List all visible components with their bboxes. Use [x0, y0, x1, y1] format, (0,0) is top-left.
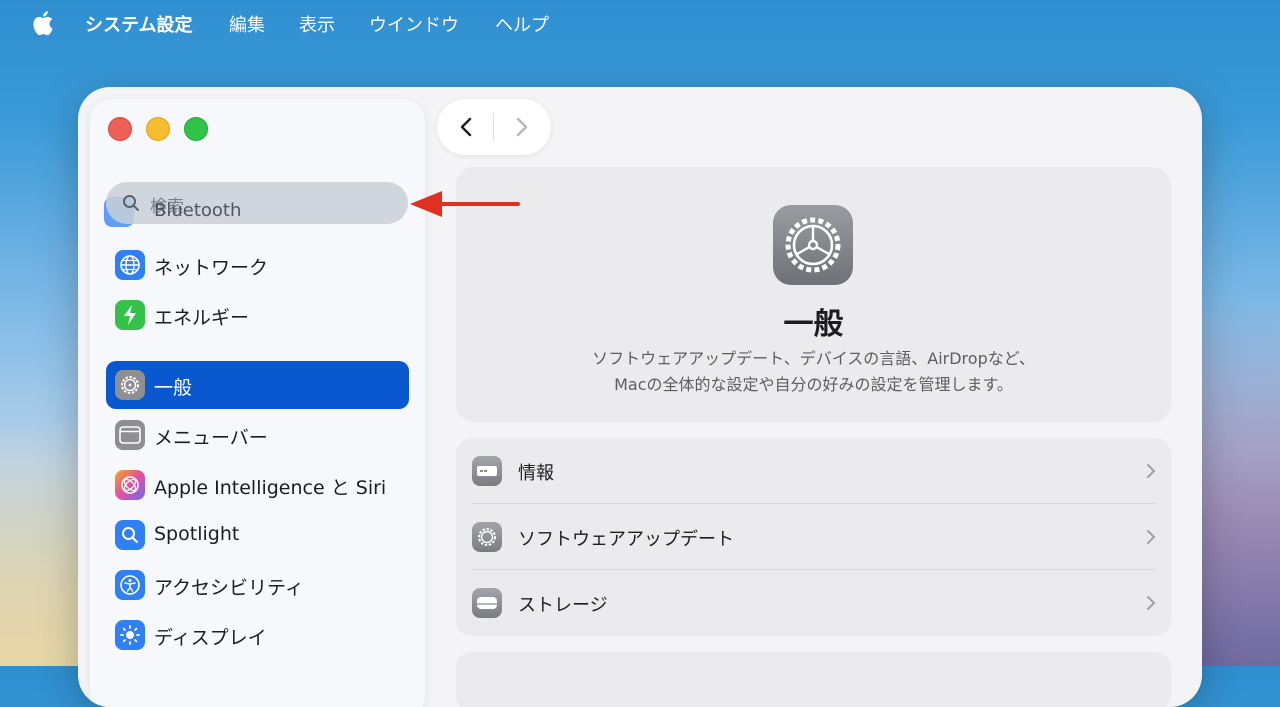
siri-icon: [115, 470, 145, 500]
general-settings-list-2: [456, 652, 1171, 707]
storage-icon: [472, 588, 502, 618]
row-label: ソフトウェアアップデート: [518, 529, 734, 550]
search-icon: [123, 195, 139, 211]
sidebar-item-label: ディスプレイ: [154, 627, 267, 649]
sidebar-item-menubar[interactable]: メニューバー: [106, 411, 409, 459]
page-title: 一般: [783, 307, 844, 342]
settings-window: 検索 Bluetooth ネットワーク エネルギー 一般 メニューバー Appl…: [78, 87, 1202, 707]
menu-bar: システム設定 編集 表示 ウインドウ ヘルプ: [0, 0, 1280, 46]
nav-divider: [493, 113, 494, 141]
wallpaper-accent: [0, 420, 80, 666]
sidebar-item-label: メニューバー: [154, 427, 268, 449]
menu-help[interactable]: ヘルプ: [495, 11, 549, 37]
search-field[interactable]: 検索 Bluetooth: [106, 182, 408, 224]
chevron-right-icon: [1147, 596, 1156, 610]
sidebar-item-label: 一般: [154, 377, 193, 399]
chevron-right-icon: [1147, 464, 1156, 478]
row-label: 情報: [518, 463, 554, 484]
traffic-lights: [108, 117, 208, 141]
sidebar-item-displays[interactable]: ディスプレイ: [106, 611, 409, 659]
sidebar-item-bluetooth-label: Bluetooth: [154, 200, 242, 221]
sidebar-item-spotlight[interactable]: Spotlight: [106, 511, 409, 559]
accessibility-icon: [115, 570, 145, 600]
globe-icon: [115, 250, 145, 280]
annotation-arrow: [410, 191, 520, 217]
sidebar-item-label: Spotlight: [154, 523, 240, 545]
minimize-window-button[interactable]: [146, 117, 170, 141]
zoom-window-button[interactable]: [184, 117, 208, 141]
spotlight-icon: [115, 520, 145, 550]
sidebar-item-label: エネルギー: [154, 307, 250, 329]
sidebar-item-energy[interactable]: エネルギー: [106, 291, 409, 339]
forward-button[interactable]: [507, 113, 535, 141]
page-description-line1: ソフトウェアアップデート、デバイスの言語、AirDropなど、: [592, 349, 1035, 368]
general-header-card: 一般 ソフトウェアアップデート、デバイスの言語、AirDropなど、 Macの全…: [456, 167, 1171, 422]
sidebar-item-siri[interactable]: Apple Intelligence と Siri: [106, 461, 409, 509]
page-description-line2: Macの全体的な設定や自分の好みの設定を管理します。: [614, 375, 1013, 394]
general-settings-list: 情報 ソフトウェアアップデート ストレージ: [456, 438, 1171, 636]
close-window-button[interactable]: [108, 117, 132, 141]
back-button[interactable]: [453, 113, 481, 141]
menu-view[interactable]: 表示: [299, 11, 335, 37]
menu-edit[interactable]: 編集: [229, 11, 265, 37]
row-label: ストレージ: [518, 595, 608, 616]
menubar-icon: [115, 420, 145, 450]
info-icon: [472, 456, 502, 486]
list-row-storage[interactable]: ストレージ: [456, 570, 1171, 636]
sidebar-item-label: ネットワーク: [154, 257, 269, 279]
apple-logo-icon[interactable]: [30, 10, 54, 36]
menu-window[interactable]: ウインドウ: [369, 11, 459, 37]
gear-icon: [115, 370, 145, 400]
navigation-buttons: [437, 99, 551, 155]
sidebar-item-general[interactable]: 一般: [106, 361, 409, 409]
sidebar-item-label: Apple Intelligence と Siri: [154, 477, 387, 499]
chevron-right-icon: [1147, 530, 1156, 544]
sidebar-item-label: アクセシビリティ: [154, 577, 304, 599]
gear-icon: [472, 522, 502, 552]
list-row-info[interactable]: 情報: [456, 438, 1171, 504]
gear-icon: [773, 205, 853, 285]
list-row-software-update[interactable]: ソフトウェアアップデート: [456, 504, 1171, 570]
brightness-icon: [115, 620, 145, 650]
sidebar-item-network[interactable]: ネットワーク: [106, 241, 409, 289]
menu-app-name[interactable]: システム設定: [85, 11, 192, 37]
sidebar: 検索 Bluetooth ネットワーク エネルギー 一般 メニューバー Appl…: [90, 99, 425, 707]
sidebar-item-accessibility[interactable]: アクセシビリティ: [106, 561, 409, 609]
bolt-icon: [115, 300, 145, 330]
